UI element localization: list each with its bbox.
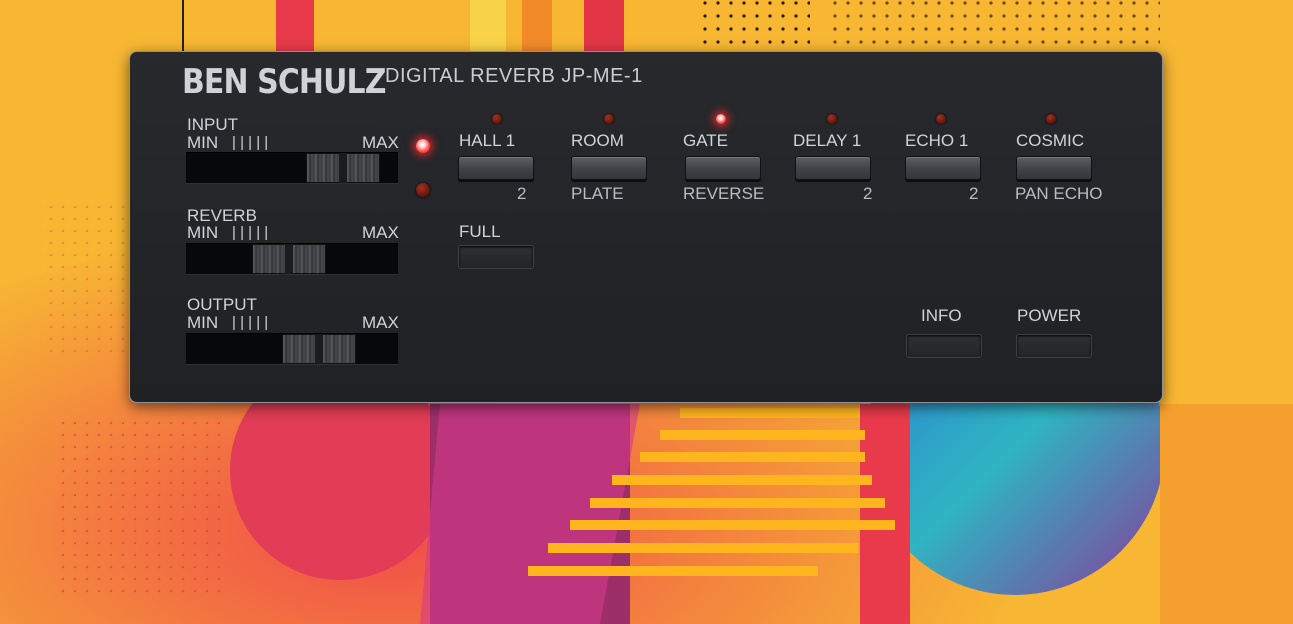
delay-primary-label: DELAY 1 (793, 131, 862, 150)
hall-led (492, 114, 502, 124)
input-min-label: MIN (187, 133, 219, 152)
input-scale-ticks: | | | | | (232, 134, 269, 151)
room-led (604, 114, 614, 124)
brand-logo: BEN SCHULZ (182, 62, 386, 102)
input-fader-handle[interactable] (306, 153, 380, 183)
full-button[interactable] (458, 245, 534, 269)
hall-secondary-label: 2 (517, 184, 527, 203)
output-min-label: MIN (187, 313, 219, 332)
delay-secondary-label: 2 (863, 184, 873, 203)
input-peak-led (416, 139, 430, 153)
model-name: DIGITAL REVERB JP-ME-1 (385, 65, 643, 87)
hall-primary-label: HALL 1 (459, 131, 516, 150)
output-scale-ticks: | | | | | (232, 314, 269, 331)
gate-primary-label: GATE (683, 131, 729, 150)
reverb-max-label: MAX (362, 223, 399, 242)
delay-button[interactable] (795, 156, 871, 180)
reverb-plugin-panel: BEN SCHULZ DIGITAL REVERB JP-ME-1 INPUT … (129, 51, 1163, 403)
cosmic-led (1046, 114, 1056, 124)
input-max-label: MAX (362, 133, 399, 152)
cosmic-primary-label: COSMIC (1016, 131, 1084, 150)
echo-secondary-label: 2 (969, 184, 979, 203)
cosmic-secondary-label: PAN ECHO (1015, 184, 1103, 203)
input-fader[interactable] (186, 152, 398, 184)
output-fader[interactable] (186, 333, 398, 365)
delay-led (827, 114, 837, 124)
power-label: POWER (1017, 306, 1082, 325)
echo-primary-label: ECHO 1 (905, 131, 969, 150)
room-button[interactable] (571, 156, 647, 180)
info-label: INFO (921, 306, 962, 325)
full-label: FULL (459, 222, 501, 241)
reverb-min-label: MIN (187, 223, 219, 242)
gate-led (716, 114, 726, 124)
cosmic-button[interactable] (1016, 156, 1092, 180)
power-button[interactable] (1016, 334, 1092, 358)
reverb-fader[interactable] (186, 243, 398, 275)
gate-button[interactable] (685, 156, 761, 180)
gate-secondary-label: REVERSE (683, 184, 765, 203)
input-signal-led (416, 183, 430, 197)
echo-led (936, 114, 946, 124)
reverb-scale-ticks: | | | | | (232, 224, 269, 241)
output-max-label: MAX (362, 313, 399, 332)
room-primary-label: ROOM (571, 131, 624, 150)
output-label: OUTPUT (187, 295, 257, 314)
room-secondary-label: PLATE (571, 184, 624, 203)
output-fader-handle[interactable] (282, 334, 356, 364)
hall-button[interactable] (458, 156, 534, 180)
info-button[interactable] (906, 334, 982, 358)
input-label: INPUT (187, 115, 238, 134)
reverb-fader-handle[interactable] (252, 244, 326, 274)
echo-button[interactable] (905, 156, 981, 180)
